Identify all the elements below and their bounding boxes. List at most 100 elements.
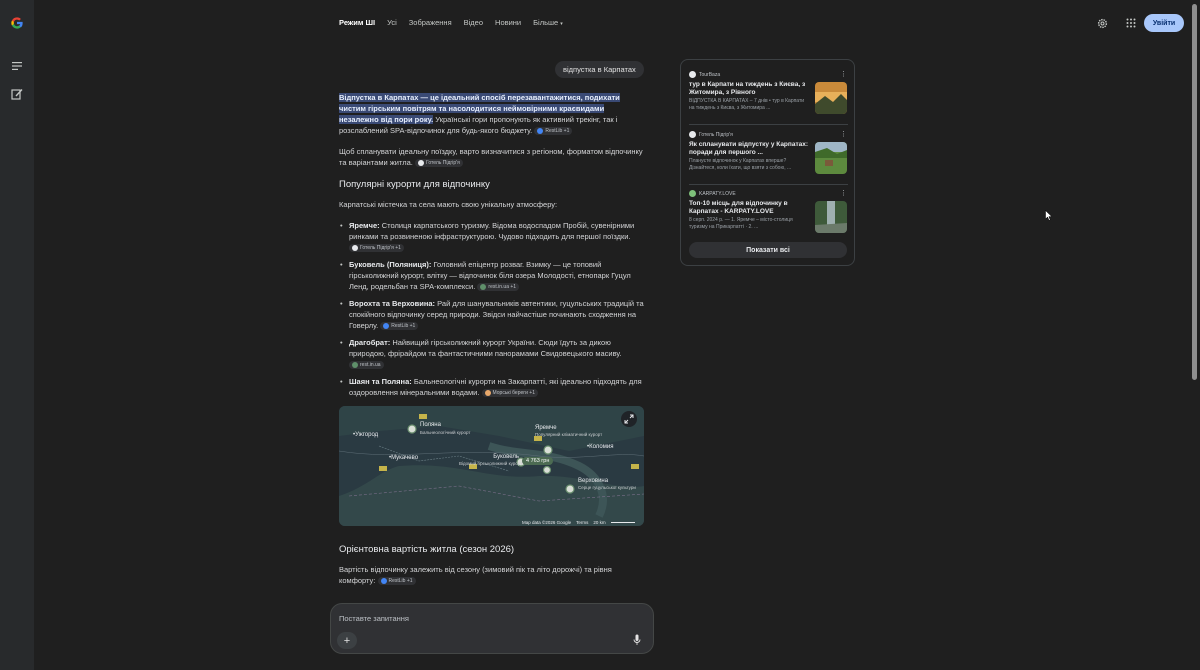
restinua-icon xyxy=(352,362,358,369)
list-item: Ворохта та Верховина: Рай для шанувальни… xyxy=(339,298,644,331)
place-subtitle: Серце гуцульської культури xyxy=(578,485,636,490)
place-subtitle: Відомий гірськолижний курорт xyxy=(459,461,523,466)
source-site: Готель Підгір'я xyxy=(689,131,733,138)
source-title[interactable]: Як спланувати відпустку у Карпатах: пора… xyxy=(689,141,809,157)
map-terms-link[interactable]: Terms xyxy=(576,520,588,525)
more-options-icon[interactable]: ⋮ xyxy=(840,70,847,78)
more-options-icon[interactable]: ⋮ xyxy=(840,130,847,138)
tab-all[interactable]: Усі xyxy=(387,18,397,27)
place-subtitle: Популярний кліматичний курорт xyxy=(535,432,603,437)
ask-box: + xyxy=(330,603,654,654)
site-name: TourBaza xyxy=(699,71,721,78)
source-snippet: Плануєте відпочинок у Карпатах вперше? Д… xyxy=(689,158,792,171)
resort-text: Найвищий гірськолижний курорт України. С… xyxy=(349,338,622,358)
ai-answer: Відпустка в Карпатах — це ідеальний спос… xyxy=(339,92,644,404)
list-item: Буковель (Поляниця): Головний епіцентр р… xyxy=(339,259,644,292)
tourbaza-favicon-icon xyxy=(689,71,696,78)
hotel-favicon-icon xyxy=(689,131,696,138)
google-logo-icon[interactable] xyxy=(8,14,26,32)
source-chip[interactable]: RestLib +1 xyxy=(534,127,573,136)
more-options-icon[interactable]: ⋮ xyxy=(840,189,847,197)
divider xyxy=(689,184,848,185)
scrollbar-thumb[interactable] xyxy=(1192,4,1197,380)
list-item: Шаян та Поляна: Бальнеологічні курорти н… xyxy=(339,376,644,398)
source-chip[interactable]: RestLib +1 xyxy=(380,322,419,331)
new-chat-icon[interactable] xyxy=(10,87,24,101)
resorts-map[interactable]: •Ужгород Поляна Бальнеологічний курорт •М… xyxy=(339,406,644,526)
planning-paragraph: Щоб спланувати ідеальну поїздку, варто в… xyxy=(339,146,644,168)
source-card[interactable]: Готель Підгір'я ⋮ Як спланувати відпустк… xyxy=(689,131,849,183)
tab-videos[interactable]: Відео xyxy=(464,18,483,27)
map-label: •Мукачево xyxy=(389,455,419,461)
map-label: •Коломия xyxy=(587,444,614,450)
hotel-icon xyxy=(417,160,424,167)
hotel-icon xyxy=(352,245,358,252)
source-snippet: 8 серп. 2024 р. — 1. Яремче – місто-стол… xyxy=(689,217,793,230)
resort-name: Буковель (Поляниця): xyxy=(349,260,432,269)
site-name: KARPATY.LOVE xyxy=(699,190,736,197)
source-card[interactable]: KARPATY.LOVE ⋮ Топ-10 місць для відпочин… xyxy=(689,190,849,242)
chip-label: rest.in.ua +1 xyxy=(488,284,517,291)
source-chip[interactable]: Морські береги +1 xyxy=(481,389,538,398)
restlib-icon xyxy=(537,128,544,135)
sign-in-button[interactable]: Увійти xyxy=(1144,14,1184,32)
expand-icon xyxy=(624,414,634,424)
restlib-icon xyxy=(380,578,387,585)
tab-news[interactable]: Новини xyxy=(495,18,521,27)
chip-label: RestLib +1 xyxy=(391,323,416,330)
map-label: Верховина Серце гуцульської культури xyxy=(578,478,636,492)
source-snippet: ВІДПУСТКА В КАРПАТАХ – 7 днів • тур в Ка… xyxy=(689,98,805,111)
source-chip[interactable]: Готель Підгір'я +1 xyxy=(349,244,404,253)
tab-more-label: Більше xyxy=(533,18,559,27)
microphone-icon[interactable] xyxy=(633,634,641,646)
source-title[interactable]: Топ-10 місць для відпочинку в Карпатах -… xyxy=(689,200,809,216)
history-list-icon[interactable] xyxy=(10,59,24,73)
list-item: Яремче: Столиця карпатського туризму. Ві… xyxy=(339,220,644,253)
map-label: Буковель Відомий гірськолижний курорт xyxy=(459,454,523,468)
place-name: Коломия xyxy=(589,444,614,450)
chip-label: RestLib +1 xyxy=(388,578,413,585)
karpaty-love-favicon-icon xyxy=(689,190,696,197)
chip-label: Готель Підгір'я xyxy=(425,160,460,167)
source-site: TourBaza xyxy=(689,71,720,78)
restinua-icon xyxy=(480,284,487,291)
expand-map-button[interactable] xyxy=(621,411,637,427)
settings-gear-icon[interactable] xyxy=(1097,18,1108,29)
map-label: •Ужгород xyxy=(353,432,379,438)
apps-grid-icon[interactable] xyxy=(1126,18,1136,28)
source-site: KARPATY.LOVE xyxy=(689,190,736,197)
source-card[interactable]: TourBaza ⋮ тур в Карпати на тиждень з Ки… xyxy=(689,71,849,123)
tab-more[interactable]: Більше ▾ xyxy=(533,18,563,27)
map-label: Поляна Бальнеологічний курорт xyxy=(420,422,470,437)
place-name: Верховина xyxy=(578,478,609,484)
source-chip[interactable]: rest.in.ua +1 xyxy=(477,283,520,292)
show-all-button[interactable]: Показати всі xyxy=(689,242,847,258)
restlib-icon xyxy=(383,323,390,330)
source-thumbnail xyxy=(815,82,847,114)
planning-text: Щоб спланувати ідеальну поїздку, варто в… xyxy=(339,147,643,167)
map-label: Яремче Популярний кліматичний курорт xyxy=(535,425,603,439)
chevron-down-icon: ▾ xyxy=(560,21,563,27)
add-attachment-button[interactable]: + xyxy=(337,632,357,649)
cost-paragraph: Вартість відпочинку залежить від сезону … xyxy=(339,564,644,586)
site-name: Готель Підгір'я xyxy=(699,131,733,138)
resort-name: Ворохта та Верховина: xyxy=(349,299,436,308)
scrollbar[interactable] xyxy=(1190,0,1200,670)
resort-name: Шаян та Поляна: xyxy=(349,377,412,386)
price-marker[interactable]: 4 763 грн xyxy=(522,457,554,465)
ask-input[interactable] xyxy=(339,611,619,625)
map-data-credit: Map data ©2026 Google xyxy=(522,520,572,525)
sea-shores-icon xyxy=(484,390,491,397)
source-chip[interactable]: Готель Підгір'я xyxy=(414,159,463,168)
cost-heading: Орієнтовна вартість житла (сезон 2026) xyxy=(339,544,515,555)
chip-label: Готель Підгір'я +1 xyxy=(360,245,401,252)
search-tabs: Режим ШІ Усі Зображення Відео Новини Біл… xyxy=(339,18,563,27)
divider xyxy=(689,124,848,125)
cost-section: Орієнтовна вартість житла (сезон 2026) В… xyxy=(339,543,644,586)
tab-ai-mode[interactable]: Режим ШІ xyxy=(339,18,375,27)
tab-images[interactable]: Зображення xyxy=(409,18,452,27)
source-title[interactable]: тур в Карпати на тиждень з Києва, з Жито… xyxy=(689,81,809,97)
map-attribution: Map data ©2026 Google Terms 20 km xyxy=(522,520,606,525)
source-chip[interactable]: RestLib +1 xyxy=(377,577,416,586)
source-chip[interactable]: rest.in.ua xyxy=(349,361,384,370)
